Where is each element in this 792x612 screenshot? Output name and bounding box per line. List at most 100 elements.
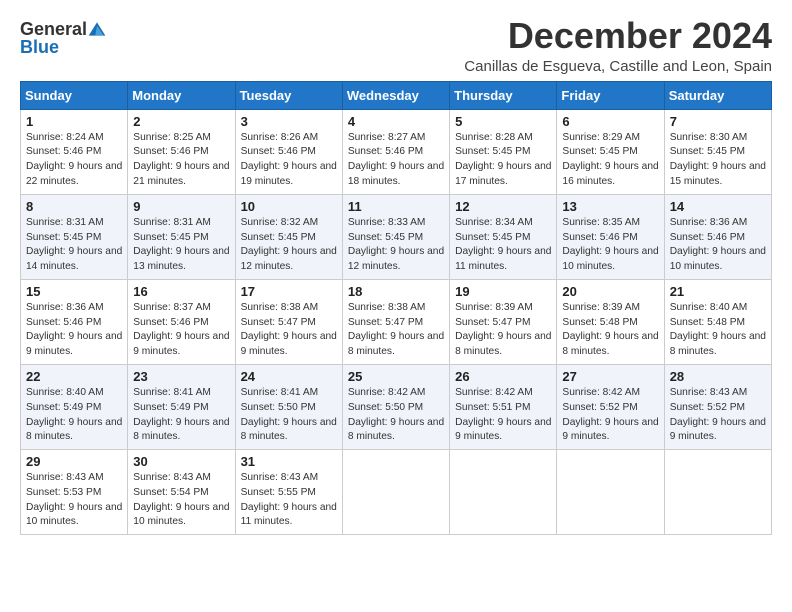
cell-info: Sunrise: 8:43 AM Sunset: 5:53 PM Dayligh… [26,471,122,530]
calendar-week-row: 15 Sunrise: 8:36 AM Sunset: 5:46 PM Dayli… [21,279,772,364]
cell-info: Sunrise: 8:29 AM Sunset: 5:45 PM Dayligh… [562,131,658,190]
calendar-cell [450,450,557,535]
day-number: 23 [133,369,229,384]
cell-info: Sunrise: 8:42 AM Sunset: 5:51 PM Dayligh… [455,386,551,445]
calendar-cell: 18 Sunrise: 8:38 AM Sunset: 5:47 PM Dayli… [342,279,449,364]
cell-info: Sunrise: 8:39 AM Sunset: 5:47 PM Dayligh… [455,301,551,360]
day-number: 12 [455,199,551,214]
calendar-cell: 31Sunrise: 8:43 AM Sunset: 5:55 PM Dayli… [235,450,342,535]
day-number: 24 [241,369,337,384]
cell-info: Sunrise: 8:27 AM Sunset: 5:46 PM Dayligh… [348,131,444,190]
calendar-week-row: 22 Sunrise: 8:40 AM Sunset: 5:49 PM Dayli… [21,364,772,449]
calendar-table: SundayMondayTuesdayWednesdayThursdayFrid… [20,81,772,536]
cell-info: Sunrise: 8:36 AM Sunset: 5:46 PM Dayligh… [26,301,122,360]
location-subtitle: Canillas de Esgueva, Castille and Leon, … [464,58,772,75]
day-number: 6 [562,114,658,129]
day-number: 18 [348,284,444,299]
cell-info: Sunrise: 8:42 AM Sunset: 5:52 PM Dayligh… [562,386,658,445]
calendar-cell: 15 Sunrise: 8:36 AM Sunset: 5:46 PM Dayli… [21,279,128,364]
calendar-cell: 30 Sunrise: 8:43 AM Sunset: 5:54 PM Dayli… [128,450,235,535]
day-number: 14 [670,199,766,214]
calendar-header-monday: Monday [128,81,235,109]
calendar-cell [342,450,449,535]
month-title: December 2024 [464,16,772,56]
calendar-cell: 28 Sunrise: 8:43 AM Sunset: 5:52 PM Dayli… [664,364,771,449]
day-number: 1 [26,114,122,129]
day-number: 7 [670,114,766,129]
day-number: 30 [133,454,229,469]
day-number: 15 [26,284,122,299]
cell-info: Sunrise: 8:35 AM Sunset: 5:46 PM Dayligh… [562,216,658,275]
calendar-cell: 7 Sunrise: 8:30 AM Sunset: 5:45 PM Daylig… [664,109,771,194]
cell-info: Sunrise: 8:31 AM Sunset: 5:45 PM Dayligh… [26,216,122,275]
day-number: 25 [348,369,444,384]
calendar-cell: 6 Sunrise: 8:29 AM Sunset: 5:45 PM Daylig… [557,109,664,194]
calendar-header-tuesday: Tuesday [235,81,342,109]
cell-info: Sunrise: 8:33 AM Sunset: 5:45 PM Dayligh… [348,216,444,275]
calendar-cell: 22 Sunrise: 8:40 AM Sunset: 5:49 PM Dayli… [21,364,128,449]
cell-info: Sunrise: 8:41 AM Sunset: 5:49 PM Dayligh… [133,386,229,445]
calendar-cell: 16 Sunrise: 8:37 AM Sunset: 5:46 PM Dayli… [128,279,235,364]
calendar-cell: 14Sunrise: 8:36 AM Sunset: 5:46 PM Dayli… [664,194,771,279]
calendar-cell [557,450,664,535]
day-number: 5 [455,114,551,129]
cell-info: Sunrise: 8:28 AM Sunset: 5:45 PM Dayligh… [455,131,551,190]
calendar-body: 1 Sunrise: 8:24 AM Sunset: 5:46 PM Daylig… [21,109,772,535]
cell-info: Sunrise: 8:40 AM Sunset: 5:48 PM Dayligh… [670,301,766,360]
cell-info: Sunrise: 8:39 AM Sunset: 5:48 PM Dayligh… [562,301,658,360]
day-number: 28 [670,369,766,384]
calendar-header-wednesday: Wednesday [342,81,449,109]
calendar-cell: 17Sunrise: 8:38 AM Sunset: 5:47 PM Dayli… [235,279,342,364]
cell-info: Sunrise: 8:40 AM Sunset: 5:49 PM Dayligh… [26,386,122,445]
calendar-cell [664,450,771,535]
calendar-header-friday: Friday [557,81,664,109]
cell-info: Sunrise: 8:26 AM Sunset: 5:46 PM Dayligh… [241,131,337,190]
calendar-cell: 8 Sunrise: 8:31 AM Sunset: 5:45 PM Daylig… [21,194,128,279]
calendar-cell: 26Sunrise: 8:42 AM Sunset: 5:51 PM Dayli… [450,364,557,449]
cell-info: Sunrise: 8:37 AM Sunset: 5:46 PM Dayligh… [133,301,229,360]
day-number: 22 [26,369,122,384]
day-number: 13 [562,199,658,214]
calendar-week-row: 8 Sunrise: 8:31 AM Sunset: 5:45 PM Daylig… [21,194,772,279]
cell-info: Sunrise: 8:43 AM Sunset: 5:52 PM Dayligh… [670,386,766,445]
logo: General Blue [20,20,107,56]
day-number: 2 [133,114,229,129]
day-number: 27 [562,369,658,384]
header: General Blue December 2024 Canillas de E… [20,16,772,75]
calendar-cell: 24Sunrise: 8:41 AM Sunset: 5:50 PM Dayli… [235,364,342,449]
calendar-cell: 5 Sunrise: 8:28 AM Sunset: 5:45 PM Daylig… [450,109,557,194]
calendar-cell: 29 Sunrise: 8:43 AM Sunset: 5:53 PM Dayli… [21,450,128,535]
cell-info: Sunrise: 8:24 AM Sunset: 5:46 PM Dayligh… [26,131,122,190]
day-number: 17 [241,284,337,299]
logo-blue-text: Blue [20,38,59,56]
day-number: 21 [670,284,766,299]
calendar-cell: 19 Sunrise: 8:39 AM Sunset: 5:47 PM Dayli… [450,279,557,364]
calendar-cell: 13 Sunrise: 8:35 AM Sunset: 5:46 PM Dayli… [557,194,664,279]
cell-info: Sunrise: 8:32 AM Sunset: 5:45 PM Dayligh… [241,216,337,275]
day-number: 16 [133,284,229,299]
day-number: 9 [133,199,229,214]
logo-general-text: General [20,20,87,38]
day-number: 20 [562,284,658,299]
cell-info: Sunrise: 8:30 AM Sunset: 5:45 PM Dayligh… [670,131,766,190]
calendar-cell: 21 Sunrise: 8:40 AM Sunset: 5:48 PM Dayli… [664,279,771,364]
calendar-cell: 1 Sunrise: 8:24 AM Sunset: 5:46 PM Daylig… [21,109,128,194]
calendar-cell: 3Sunrise: 8:26 AM Sunset: 5:46 PM Daylig… [235,109,342,194]
title-area: December 2024 Canillas de Esgueva, Casti… [464,16,772,75]
calendar-cell: 25 Sunrise: 8:42 AM Sunset: 5:50 PM Dayli… [342,364,449,449]
logo-icon [87,20,107,38]
day-number: 10 [241,199,337,214]
calendar-header-row: SundayMondayTuesdayWednesdayThursdayFrid… [21,81,772,109]
day-number: 29 [26,454,122,469]
calendar-header-saturday: Saturday [664,81,771,109]
cell-info: Sunrise: 8:38 AM Sunset: 5:47 PM Dayligh… [348,301,444,360]
calendar-cell: 9Sunrise: 8:31 AM Sunset: 5:45 PM Daylig… [128,194,235,279]
day-number: 19 [455,284,551,299]
calendar-week-row: 1 Sunrise: 8:24 AM Sunset: 5:46 PM Daylig… [21,109,772,194]
cell-info: Sunrise: 8:42 AM Sunset: 5:50 PM Dayligh… [348,386,444,445]
day-number: 8 [26,199,122,214]
day-number: 11 [348,199,444,214]
cell-info: Sunrise: 8:34 AM Sunset: 5:45 PM Dayligh… [455,216,551,275]
cell-info: Sunrise: 8:43 AM Sunset: 5:54 PM Dayligh… [133,471,229,530]
calendar-header-sunday: Sunday [21,81,128,109]
